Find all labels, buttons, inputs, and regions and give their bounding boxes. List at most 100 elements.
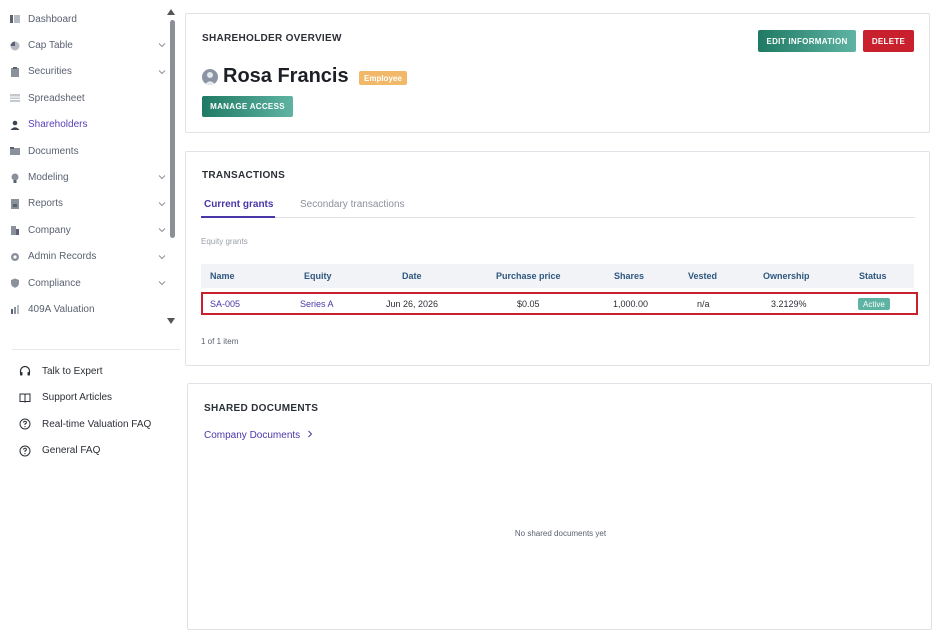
column-header-name[interactable]: Name: [210, 271, 235, 281]
column-header-vested[interactable]: Vested: [688, 271, 717, 281]
column-header-shares[interactable]: Shares: [614, 271, 644, 281]
sidebar-item-securities[interactable]: Securities: [0, 59, 168, 85]
chevron-down-icon[interactable]: [158, 41, 166, 49]
tab-current-grants[interactable]: Current grants: [204, 199, 273, 210]
sidebar-item-label: Company: [28, 224, 71, 236]
equity-link[interactable]: Series A: [300, 299, 334, 309]
question-circle-icon: [18, 444, 32, 458]
grants-table-header: Name Equity Date Purchase price Shares V…: [201, 264, 914, 288]
sidebar-item-label: Shareholders: [28, 119, 88, 131]
ownership-value: 3.2129%: [771, 299, 807, 309]
gear-icon: [10, 252, 20, 262]
help-item-label: Talk to Expert: [42, 365, 103, 377]
sidebar-item-label: Securities: [28, 66, 72, 78]
sidebar-item-admin-records[interactable]: Admin Records: [0, 244, 168, 270]
shareholder-name: Rosa Francis: [223, 65, 349, 87]
manage-access-button[interactable]: MANAGE ACCESS: [202, 96, 293, 117]
company-documents-link[interactable]: Company Documents: [204, 430, 314, 441]
dashboard-icon: [10, 14, 20, 24]
column-header-status[interactable]: Status: [859, 271, 887, 281]
sidebar-item-label: Spreadsheet: [28, 92, 85, 104]
sidebar-item-reports[interactable]: Reports: [0, 191, 168, 217]
help-item-label: General FAQ: [42, 445, 101, 457]
chevron-down-icon[interactable]: [158, 253, 166, 261]
shield-icon: [10, 278, 20, 288]
overview-title: SHAREHOLDER OVERVIEW: [202, 33, 342, 44]
clipboard-icon: [10, 66, 20, 77]
status-badge: Active: [858, 298, 890, 310]
spreadsheet-icon: [10, 93, 20, 103]
report-icon: [10, 198, 20, 209]
chevron-down-icon[interactable]: [158, 68, 166, 76]
delete-button[interactable]: DELETE: [863, 30, 914, 52]
column-header-equity[interactable]: Equity: [304, 271, 332, 281]
transactions-card: TRANSACTIONS Current grants Secondary tr…: [185, 151, 930, 366]
sidebar-item-spreadsheet[interactable]: Spreadsheet: [0, 85, 168, 111]
sidebar-item-dashboard[interactable]: Dashboard: [0, 6, 168, 32]
sidebar-item-label: Modeling: [28, 172, 69, 184]
pagination-info: 1 of 1 item: [201, 337, 239, 346]
help-item-talk-to-expert[interactable]: Talk to Expert: [18, 358, 178, 385]
sidebar-item-shareholders[interactable]: Shareholders: [0, 112, 168, 138]
transactions-tabs: Current grants Secondary transactions: [201, 194, 915, 218]
equity-grants-subheading: Equity grants: [201, 237, 248, 246]
lightbulb-icon: [10, 173, 20, 183]
tab-secondary-transactions[interactable]: Secondary transactions: [300, 199, 405, 210]
sidebar-item-modeling[interactable]: Modeling: [0, 164, 168, 190]
sidebar-item-409a-valuation[interactable]: 409A Valuation: [0, 296, 168, 322]
chevron-down-icon[interactable]: [158, 200, 166, 208]
chevron-down-icon[interactable]: [158, 173, 166, 181]
column-header-purchase-price[interactable]: Purchase price: [496, 271, 561, 281]
edit-information-button[interactable]: EDIT INFORMATION: [758, 30, 856, 52]
sidebar-nav: Dashboard Cap Table Securities Spreadshe…: [0, 6, 168, 323]
help-item-general-faq[interactable]: General FAQ: [18, 438, 178, 465]
sidebar-item-label: Cap Table: [28, 40, 73, 52]
sidebar-item-label: Dashboard: [28, 13, 77, 25]
transactions-title: TRANSACTIONS: [202, 170, 286, 181]
help-item-realtime-valuation-faq[interactable]: Real-time Valuation FAQ: [18, 411, 178, 438]
book-icon: [18, 391, 32, 405]
sidebar-item-label: Compliance: [28, 277, 81, 289]
sidebar-divider: [12, 349, 180, 350]
sidebar-item-label: 409A Valuation: [28, 303, 95, 315]
bar-chart-icon: [10, 304, 20, 315]
column-header-ownership[interactable]: Ownership: [763, 271, 810, 281]
role-badge: Employee: [359, 71, 407, 85]
empty-state-message: No shared documents yet: [514, 529, 607, 538]
grant-date: Jun 26, 2026: [386, 299, 439, 309]
help-links: Talk to Expert Support Articles Real-tim…: [18, 358, 178, 464]
building-icon: [10, 225, 20, 236]
sidebar-item-label: Reports: [28, 198, 64, 210]
grant-name-link[interactable]: SA-005: [210, 299, 240, 309]
sidebar-item-company[interactable]: Company: [0, 217, 168, 243]
vested-value: n/a: [697, 299, 710, 309]
sidebar-item-compliance[interactable]: Compliance: [0, 270, 168, 296]
chevron-right-icon: [308, 430, 313, 438]
sidebar-scrollbar[interactable]: [170, 20, 175, 238]
shared-documents-card: SHARED DOCUMENTS Company Documents No sh…: [187, 383, 932, 630]
help-item-label: Support Articles: [42, 392, 113, 404]
company-documents-label: Company Documents: [204, 430, 301, 441]
shareholder-overview-card: SHAREHOLDER OVERVIEW EDIT INFORMATION DE…: [185, 13, 930, 133]
folder-icon: [10, 146, 20, 156]
chevron-down-icon[interactable]: [158, 226, 166, 234]
scroll-down-arrow[interactable]: [167, 318, 175, 324]
shares-value: 1,000.00: [613, 299, 649, 309]
sidebar-item-label: Documents: [28, 145, 79, 157]
headphones-icon: [18, 364, 32, 378]
question-circle-icon: [18, 417, 32, 431]
sidebar-item-label: Admin Records: [28, 251, 97, 263]
column-header-date[interactable]: Date: [402, 271, 422, 281]
person-icon: [10, 120, 20, 130]
active-tab-indicator: [201, 216, 275, 218]
help-item-support-articles[interactable]: Support Articles: [18, 385, 178, 412]
scroll-up-arrow[interactable]: [167, 9, 175, 15]
table-row[interactable]: SA-005 Series A Jun 26, 2026 $0.05 1,000…: [201, 292, 918, 315]
chevron-down-icon[interactable]: [158, 279, 166, 287]
sidebar: Dashboard Cap Table Securities Spreadshe…: [0, 0, 180, 638]
purchase-price: $0.05: [517, 299, 540, 309]
pie-chart-icon: [10, 41, 20, 51]
avatar: [202, 69, 218, 85]
sidebar-item-cap-table[interactable]: Cap Table: [0, 32, 168, 58]
sidebar-item-documents[interactable]: Documents: [0, 138, 168, 164]
